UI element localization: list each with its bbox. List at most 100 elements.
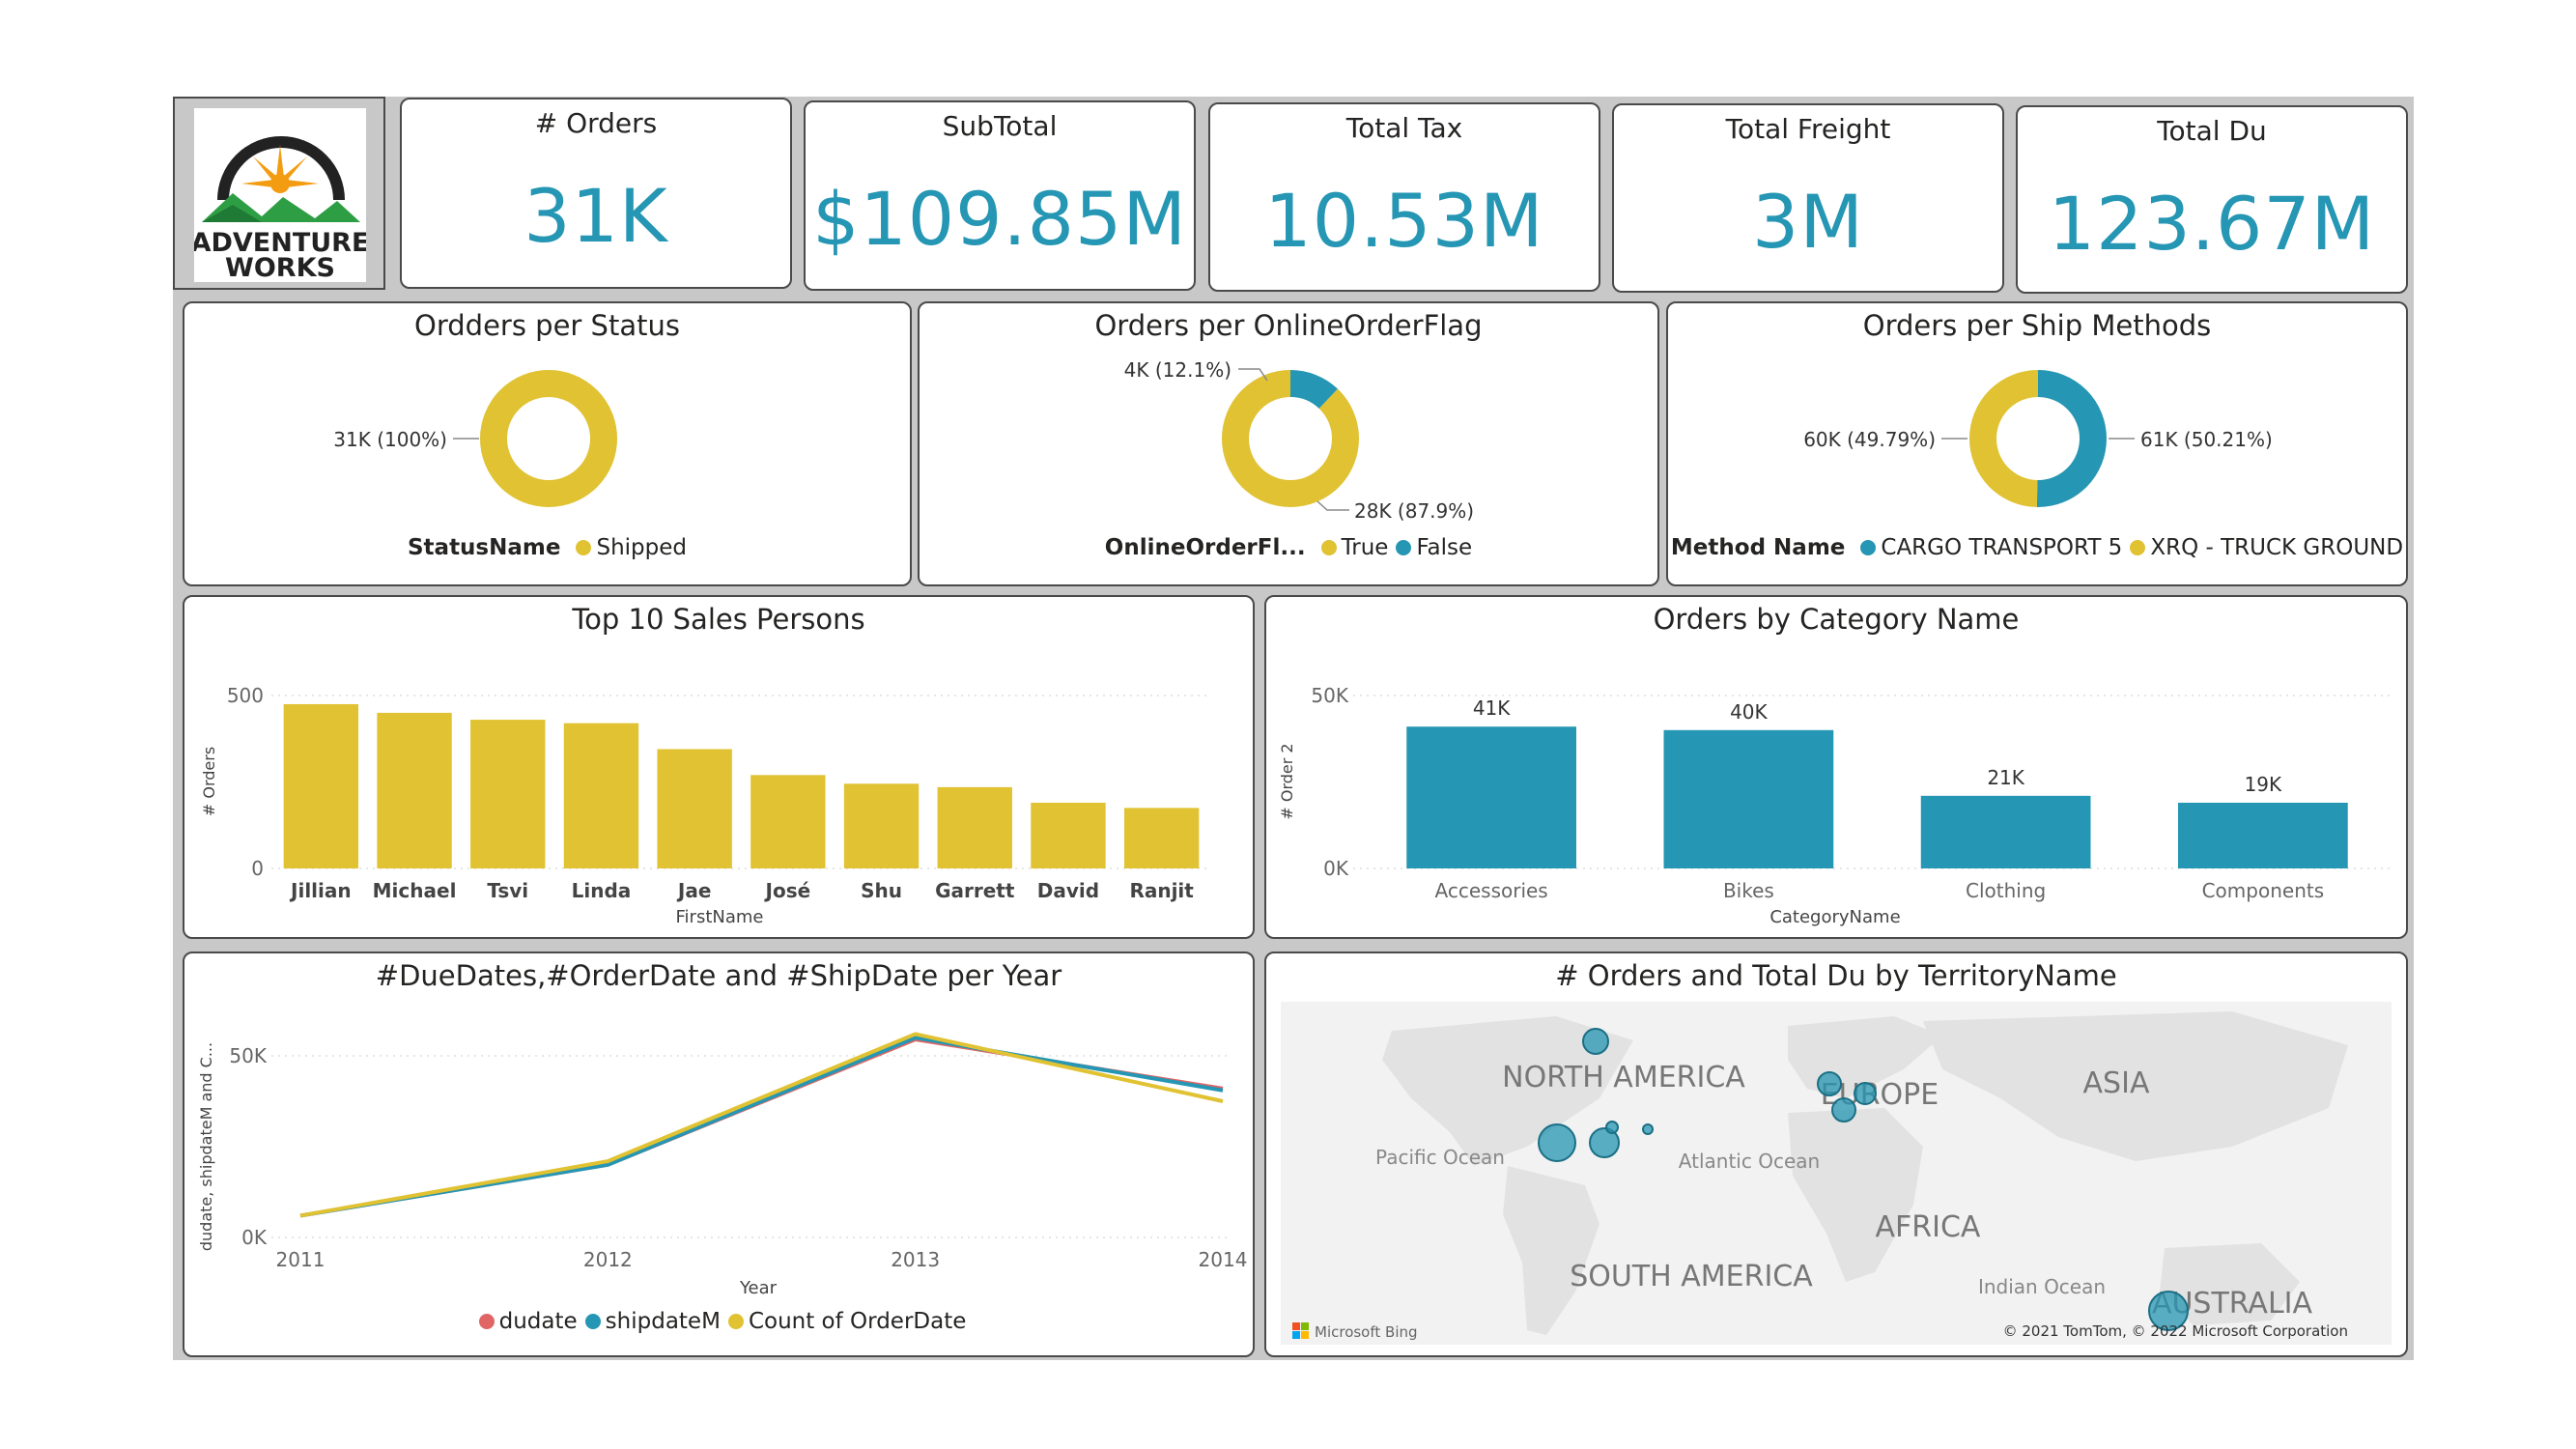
- y-axis-title: # Orders: [200, 747, 218, 816]
- kpi-title: # Orders: [534, 107, 658, 139]
- legend-title: StatusName: [407, 535, 561, 560]
- map-card-territory[interactable]: # Orders and Total Du by TerritoryName N…: [1264, 952, 2408, 1357]
- legend-item-cargo[interactable]: CARGO TRANSPORT 5: [1881, 535, 2122, 560]
- x-tick-label: Jillian: [289, 879, 352, 902]
- y-tick-label: 50K: [229, 1044, 267, 1067]
- y-axis-title: dudate, shipdateM and C...: [197, 1042, 215, 1251]
- line-chart-svg: 50K 0K dudate, shipdateM and C... Year 2…: [197, 1032, 1248, 1298]
- legend-item-xrq[interactable]: XRQ - TRUCK GROUND: [2150, 535, 2403, 560]
- x-tick-label: 2014: [1199, 1248, 1248, 1271]
- kpi-value: 3M: [1752, 179, 1864, 265]
- legend-swatch: [727, 1314, 744, 1329]
- x-tick-label: Michael: [373, 879, 457, 902]
- microsoft-logo-icon: [1292, 1322, 1300, 1330]
- map-bubble-southwest[interactable]: [1538, 1123, 1576, 1162]
- bar-garrett[interactable]: [937, 786, 1012, 868]
- kpi-title: Total Du: [2157, 115, 2267, 147]
- kpi-title: SubTotal: [942, 110, 1058, 142]
- bar-michael[interactable]: [377, 712, 452, 868]
- y-tick-label: 500: [227, 684, 264, 707]
- map-bubble-northeast[interactable]: [1642, 1123, 1654, 1135]
- kpi-card-total-tax[interactable]: Total Tax 10.53M: [1208, 102, 1600, 292]
- map-label-pacific: Pacific Ocean: [1375, 1146, 1505, 1169]
- legend-swatch: [1860, 540, 1877, 555]
- map-bubble-france[interactable]: [1831, 1097, 1856, 1122]
- line-series-shipdatem[interactable]: [299, 1036, 1224, 1218]
- donut-card-online-flag[interactable]: Orders per OnlineOrderFlag 4K (12.1%) 28…: [918, 301, 1659, 586]
- y-tick-label: 50K: [1311, 684, 1348, 707]
- logo-text-line2: WORKS: [225, 253, 335, 282]
- legend-item-true[interactable]: True: [1342, 535, 1389, 560]
- map-bubble-central[interactable]: [1605, 1121, 1619, 1134]
- line-series-count-of-orderdate[interactable]: [299, 1032, 1224, 1218]
- bar-jillian[interactable]: [283, 703, 359, 868]
- donut-data-label: 31K (100%): [333, 428, 447, 451]
- bar-accessories[interactable]: [1406, 726, 1576, 868]
- legend-item-shipped[interactable]: Shipped: [596, 535, 687, 560]
- map-label-indian: Indian Ocean: [1978, 1275, 2106, 1298]
- x-axis-title: CategoryName: [1769, 907, 1900, 927]
- map-bubble-canada[interactable]: [1582, 1028, 1609, 1055]
- x-axis-title: Year: [739, 1278, 778, 1298]
- x-tick-label: Accessories: [1435, 879, 1548, 902]
- bar-card-sales-persons[interactable]: Top 10 Sales Persons 500 0 # Orders Firs…: [183, 595, 1255, 939]
- bar-david[interactable]: [1031, 802, 1106, 868]
- bar-shu[interactable]: [843, 783, 920, 868]
- kpi-value: 10.53M: [1264, 178, 1544, 264]
- bar-ranjit[interactable]: [1123, 808, 1200, 868]
- bar-bikes[interactable]: [1663, 729, 1834, 868]
- x-tick-label: 2011: [276, 1248, 326, 1271]
- kpi-card-subtotal[interactable]: SubTotal $109.85M: [804, 100, 1196, 291]
- legend-item-false[interactable]: False: [1416, 535, 1472, 560]
- donut-card-ship-methods[interactable]: Orders per Ship Methods 60K (49.79%) 61K…: [1666, 301, 2408, 586]
- data-label: 41K: [1473, 696, 1511, 720]
- kpi-card-total-du[interactable]: Total Du 123.67M: [2016, 105, 2408, 294]
- legend-swatch: [576, 540, 592, 555]
- adventure-works-logo: ADVENTURE WORKS: [191, 108, 369, 283]
- legend: Method Name CARGO TRANSPORT 5 XRQ - TRUCK …: [1668, 535, 2406, 560]
- legend-item-count-orderdate[interactable]: Count of OrderDate: [749, 1309, 966, 1334]
- bar-josé[interactable]: [750, 775, 826, 868]
- bar-linda[interactable]: [563, 723, 639, 868]
- legend-swatch: [1396, 540, 1412, 555]
- legend-item-shipdatem[interactable]: shipdateM: [606, 1309, 721, 1334]
- x-tick-label: Jae: [676, 879, 712, 902]
- legend: StatusName Shipped: [184, 535, 910, 560]
- bar-jae[interactable]: [657, 749, 732, 868]
- legend: OnlineOrderFl... True False: [920, 535, 1657, 560]
- donut-card-status[interactable]: Ordders per Status 31K (100%) StatusName…: [183, 301, 912, 586]
- donut-slice-shipped[interactable]: [480, 370, 617, 507]
- x-axis-title: FirstName: [676, 907, 764, 927]
- donut-slice-true[interactable]: [1222, 370, 1359, 507]
- bar-components[interactable]: [2178, 802, 2348, 868]
- bar-chart-category-svg: 50K 0K # Order 2 CategoryName 41K Accesso…: [1278, 684, 2392, 927]
- kpi-value: 31K: [524, 173, 668, 259]
- map-label-africa: AFRICA: [1876, 1210, 1981, 1244]
- donut-data-label-xrq: 60K (49.79%): [1803, 428, 1936, 451]
- donut-data-label-true: 28K (87.9%): [1354, 499, 1474, 523]
- data-label: 19K: [2245, 773, 2282, 796]
- x-tick-label: Components: [2202, 879, 2325, 902]
- x-tick-label: 2012: [583, 1248, 633, 1271]
- kpi-card-total-freight[interactable]: Total Freight 3M: [1612, 103, 2004, 293]
- map-attribution: © 2021 TomTom, © 2022 Microsoft Corporat…: [2003, 1322, 2348, 1340]
- donut-data-label-false: 4K (12.1%): [1124, 358, 1231, 382]
- logo-frame: ADVENTURE WORKS: [173, 97, 385, 290]
- legend-swatch: [584, 1314, 601, 1329]
- line-card-dates[interactable]: #DueDates,#OrderDate and #ShipDate per Y…: [183, 952, 1255, 1357]
- y-tick-label: 0: [251, 857, 264, 880]
- x-tick-label: Tsvi: [487, 879, 528, 902]
- map-bubble-germany[interactable]: [1854, 1082, 1877, 1105]
- kpi-card-orders[interactable]: # Orders 31K: [400, 98, 792, 289]
- bar-tsvi[interactable]: [470, 720, 546, 868]
- map-label-north-america: NORTH AMERICA: [1502, 1061, 1745, 1094]
- map-bubble-united-kingdom[interactable]: [1817, 1071, 1842, 1096]
- legend-item-dudate[interactable]: dudate: [499, 1309, 578, 1334]
- bar-clothing[interactable]: [1920, 795, 2091, 868]
- legend-swatch: [478, 1314, 495, 1329]
- map-label-south-america: SOUTH AMERICA: [1570, 1260, 1813, 1293]
- bar-card-category[interactable]: Orders by Category Name 50K 0K # Order 2…: [1264, 595, 2408, 939]
- map-label-atlantic: Atlantic Ocean: [1679, 1150, 1820, 1173]
- x-tick-label: David: [1037, 879, 1099, 902]
- x-tick-label: Clothing: [1966, 879, 2046, 902]
